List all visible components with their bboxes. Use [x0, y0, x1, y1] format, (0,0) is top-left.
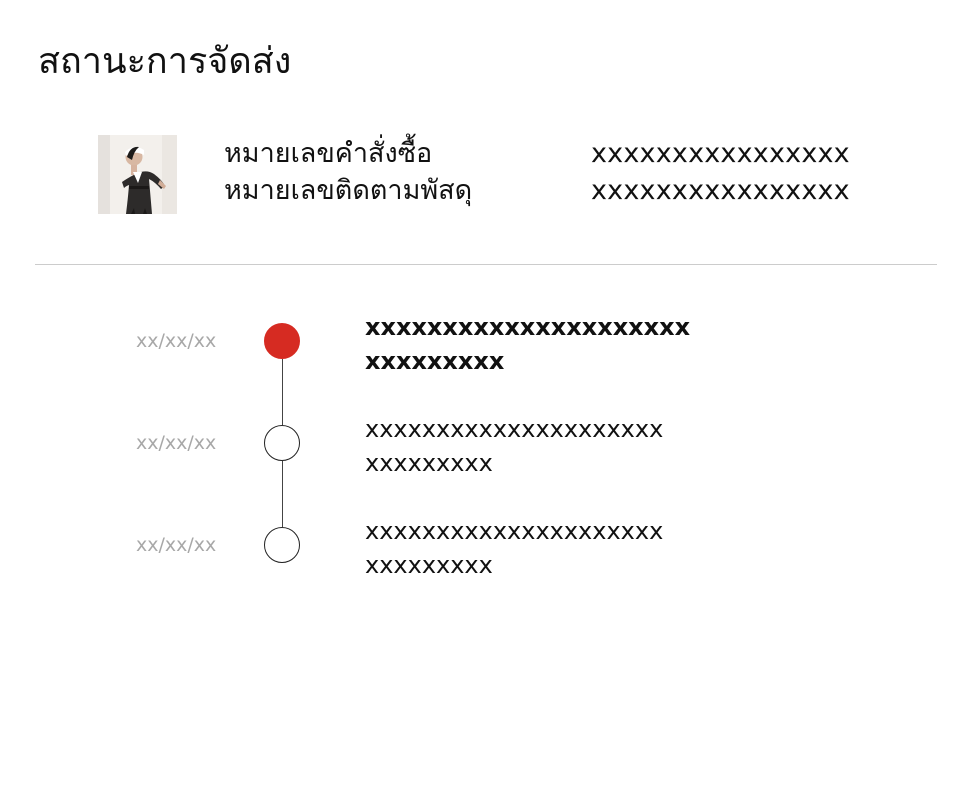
tracking-number-label: หมายเลขติดตามพัสดุ [224, 175, 473, 206]
event-description-line-1: xxxxxxxxxxxxxxxxxxxxx [365, 415, 664, 443]
event-description-line-2: xxxxxxxxx [365, 551, 493, 579]
tracking-number-row: หมายเลขติดตามพัสดุ xxxxxxxxxxxxxxxx [224, 173, 850, 209]
order-number-row: หมายเลขคำสั่งซื้อ xxxxxxxxxxxxxxxx [224, 136, 850, 172]
timeline-connector [282, 359, 283, 425]
order-number-value: xxxxxxxxxxxxxxxx [591, 138, 850, 169]
status-dot [264, 527, 300, 563]
event-description-line-1: xxxxxxxxxxxxxxxxxxxxx [365, 517, 664, 545]
divider [35, 264, 937, 265]
status-dot [264, 425, 300, 461]
product-thumbnail [98, 135, 177, 214]
event-date: xx/xx/xx [136, 534, 217, 556]
tracking-number-value: xxxxxxxxxxxxxxxx [591, 175, 850, 206]
event-description-line-1: xxxxxxxxxxxxxxxxxxxxx [365, 313, 691, 341]
event-description: xxxxxxxxxxxxxxxxxxxxx xxxxxxxxx [365, 412, 705, 480]
event-description-line-2: xxxxxxxxx [365, 449, 493, 477]
event-date: xx/xx/xx [136, 330, 217, 352]
event-description: xxxxxxxxxxxxxxxxxxxxx xxxxxxxxx [365, 514, 705, 582]
status-dot-active [264, 323, 300, 359]
event-description-line-2: xxxxxxxxx [365, 347, 505, 375]
event-date: xx/xx/xx [136, 432, 217, 454]
event-description: xxxxxxxxxxxxxxxxxxxxx xxxxxxxxx [365, 310, 705, 378]
order-summary: หมายเลขคำสั่งซื้อ xxxxxxxxxxxxxxxx หมายเ… [0, 0, 967, 240]
timeline-connector [282, 461, 283, 527]
order-number-label: หมายเลขคำสั่งซื้อ [224, 138, 433, 169]
product-photo-image [98, 135, 177, 214]
shipping-timeline: xx/xx/xx xxxxxxxxxxxxxxxxxxxxx xxxxxxxxx… [0, 290, 967, 610]
